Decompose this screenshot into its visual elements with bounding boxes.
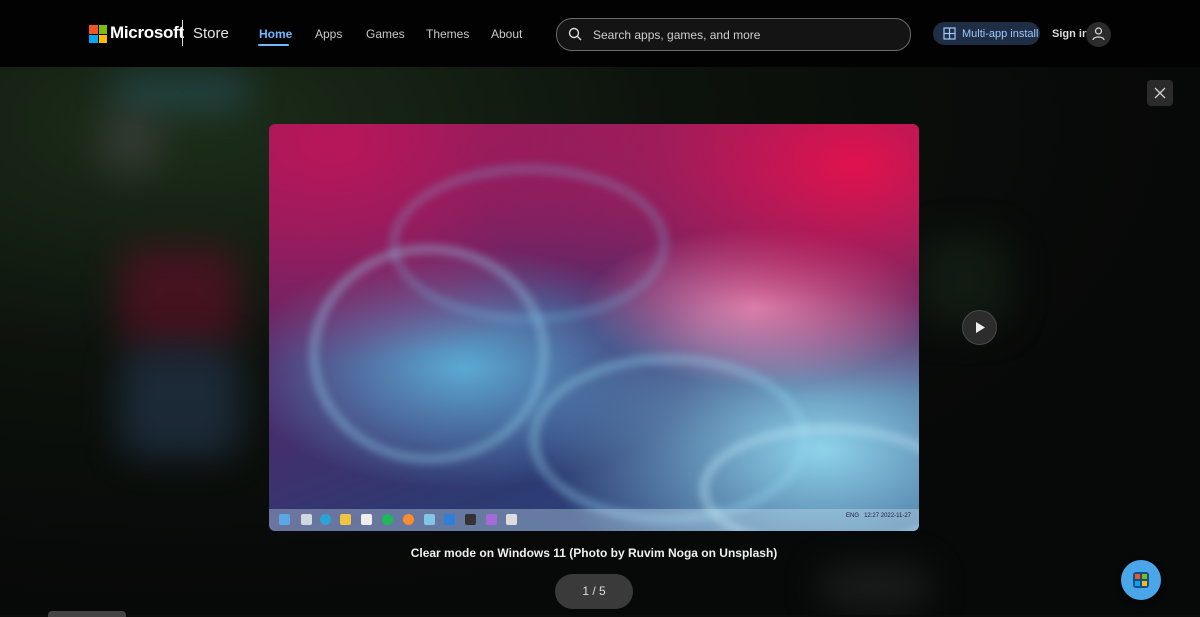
multi-app-install-button[interactable]: Multi-app install <box>933 22 1040 45</box>
next-image-button[interactable] <box>962 310 997 345</box>
nav-themes[interactable]: Themes <box>426 27 469 41</box>
firefox-icon <box>403 514 414 525</box>
multi-app-icon <box>943 27 956 40</box>
image-caption: Clear mode on Windows 11 (Photo by Ruvim… <box>410 546 778 560</box>
notepad-icon <box>424 514 435 525</box>
sign-in-link[interactable]: Sign in <box>1052 28 1089 40</box>
partial-bottom-element <box>48 611 126 617</box>
edge-icon <box>320 514 331 525</box>
close-icon <box>1154 87 1166 99</box>
store-icon <box>1133 572 1149 588</box>
tray-date: 2022-11-27 <box>880 513 911 519</box>
search-icon <box>568 27 582 41</box>
image-counter: 1 / 5 <box>555 574 633 609</box>
nav-games[interactable]: Games <box>366 27 405 41</box>
nav-active-indicator <box>258 44 289 46</box>
calendar-icon <box>361 514 372 525</box>
search-input[interactable] <box>591 24 895 46</box>
product-name[interactable]: Store <box>193 25 229 42</box>
microsoft-logo-icon[interactable] <box>89 25 107 43</box>
spotify-icon <box>382 514 393 525</box>
close-viewer-button[interactable] <box>1147 80 1173 106</box>
person-icon <box>1092 27 1105 41</box>
visual-studio-icon <box>486 514 497 525</box>
avatar[interactable] <box>1086 22 1111 47</box>
windows-start-icon <box>279 514 290 525</box>
multi-app-install-label: Multi-app install <box>962 28 1039 40</box>
nav-apps[interactable]: Apps <box>315 27 342 41</box>
search-app-icon <box>301 514 312 525</box>
tray-time: 12:27 <box>864 513 880 519</box>
theme-screenshot-image: ENG 12:27 2022-11-27 <box>269 124 919 531</box>
screenshot-tray: ENG 12:27 2022-11-27 <box>846 513 911 519</box>
top-header: Microsoft Store Home Apps Games Themes A… <box>0 0 1200 67</box>
vscode-icon <box>444 514 455 525</box>
play-next-icon <box>976 322 985 333</box>
terminal-icon <box>465 514 476 525</box>
folder-icon <box>340 514 351 525</box>
nav-about[interactable]: About <box>491 27 522 41</box>
screenshot-taskbar: ENG 12:27 2022-11-27 <box>269 509 919 531</box>
search-box[interactable] <box>556 18 911 51</box>
brand-divider <box>182 20 183 46</box>
paint-icon <box>506 514 517 525</box>
store-app-button[interactable] <box>1121 560 1161 600</box>
nav-home[interactable]: Home <box>259 27 292 41</box>
tray-language: ENG <box>846 513 860 519</box>
brand-name[interactable]: Microsoft <box>110 23 184 43</box>
